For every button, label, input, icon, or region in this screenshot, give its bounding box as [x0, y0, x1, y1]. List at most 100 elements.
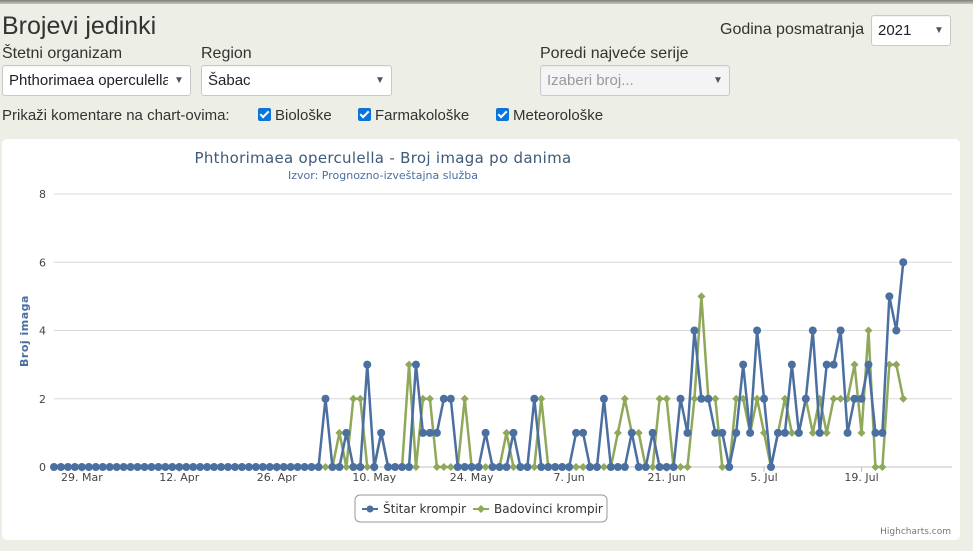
- data-point[interactable]: [286, 463, 295, 471]
- data-point[interactable]: [599, 394, 608, 403]
- data-point[interactable]: [808, 428, 817, 437]
- data-point[interactable]: [683, 428, 692, 437]
- data-point[interactable]: [446, 394, 455, 403]
- compare-select[interactable]: Izaberi broj... ▼: [540, 65, 730, 96]
- data-point[interactable]: [126, 463, 135, 471]
- data-point[interactable]: [279, 463, 288, 471]
- data-point[interactable]: [335, 428, 344, 437]
- data-point[interactable]: [627, 428, 636, 437]
- data-point[interactable]: [502, 428, 511, 437]
- data-point[interactable]: [634, 463, 643, 471]
- organism-select[interactable]: Phthorimaea operculella ▼: [2, 65, 191, 96]
- data-point[interactable]: [474, 463, 483, 471]
- data-point[interactable]: [836, 394, 845, 403]
- data-point[interactable]: [328, 463, 337, 471]
- data-point[interactable]: [530, 463, 539, 471]
- data-point[interactable]: [398, 463, 407, 471]
- data-point[interactable]: [683, 463, 692, 471]
- data-point[interactable]: [342, 428, 351, 437]
- data-point[interactable]: [335, 463, 344, 471]
- data-point[interactable]: [787, 360, 796, 369]
- data-point[interactable]: [711, 428, 720, 437]
- data-point[interactable]: [439, 394, 448, 403]
- data-point[interactable]: [690, 326, 699, 335]
- data-point[interactable]: [767, 463, 776, 471]
- data-point[interactable]: [405, 463, 414, 471]
- data-point[interactable]: [460, 463, 469, 471]
- checkbox-farmakoloske[interactable]: [358, 108, 371, 121]
- data-point[interactable]: [606, 463, 615, 471]
- data-point[interactable]: [154, 463, 163, 471]
- data-point[interactable]: [251, 463, 260, 471]
- data-point[interactable]: [230, 463, 239, 471]
- data-point[interactable]: [293, 463, 302, 471]
- data-point[interactable]: [746, 428, 755, 437]
- data-point[interactable]: [237, 463, 246, 471]
- region-select[interactable]: Šabac ▼: [201, 65, 392, 96]
- data-point[interactable]: [899, 394, 908, 403]
- data-point[interactable]: [411, 463, 420, 471]
- data-point[interactable]: [718, 428, 727, 437]
- data-point[interactable]: [349, 394, 358, 403]
- data-point[interactable]: [850, 360, 859, 369]
- data-point[interactable]: [871, 463, 880, 471]
- data-point[interactable]: [168, 463, 177, 471]
- data-point[interactable]: [133, 463, 142, 471]
- data-point[interactable]: [509, 463, 518, 471]
- data-point[interactable]: [753, 326, 762, 335]
- data-point[interactable]: [718, 463, 727, 471]
- data-point[interactable]: [662, 394, 671, 403]
- data-point[interactable]: [244, 463, 253, 471]
- data-point[interactable]: [203, 463, 212, 471]
- data-point[interactable]: [822, 360, 831, 369]
- data-point[interactable]: [565, 463, 574, 471]
- data-point[interactable]: [697, 394, 706, 403]
- data-point[interactable]: [801, 394, 810, 403]
- checkbox-meteoroloske[interactable]: [496, 108, 509, 121]
- data-point[interactable]: [147, 463, 156, 471]
- data-point[interactable]: [572, 428, 581, 437]
- data-point[interactable]: [196, 463, 205, 471]
- data-point[interactable]: [425, 428, 434, 437]
- data-point[interactable]: [613, 463, 622, 471]
- data-point[interactable]: [467, 463, 476, 471]
- data-point[interactable]: [446, 463, 455, 471]
- data-point[interactable]: [224, 463, 233, 471]
- data-point[interactable]: [613, 428, 622, 437]
- data-point[interactable]: [648, 463, 657, 471]
- data-point[interactable]: [892, 360, 901, 369]
- data-point[interactable]: [321, 463, 330, 471]
- data-point[interactable]: [676, 394, 685, 403]
- data-point[interactable]: [56, 463, 65, 471]
- data-point[interactable]: [91, 463, 100, 471]
- data-point[interactable]: [558, 463, 567, 471]
- data-point[interactable]: [50, 463, 58, 471]
- data-point[interactable]: [488, 463, 497, 471]
- data-point[interactable]: [537, 463, 546, 471]
- data-point[interactable]: [697, 292, 706, 301]
- data-point[interactable]: [98, 463, 107, 471]
- data-point[interactable]: [732, 428, 741, 437]
- data-point[interactable]: [857, 394, 866, 403]
- data-point[interactable]: [662, 463, 671, 471]
- data-point[interactable]: [432, 428, 441, 437]
- data-point[interactable]: [425, 394, 434, 403]
- data-point[interactable]: [773, 428, 782, 437]
- data-point[interactable]: [787, 428, 796, 437]
- data-point[interactable]: [829, 360, 838, 369]
- data-point[interactable]: [850, 394, 859, 403]
- data-point[interactable]: [544, 463, 553, 471]
- data-point[interactable]: [272, 463, 281, 471]
- data-point[interactable]: [300, 463, 309, 471]
- data-point[interactable]: [641, 463, 650, 471]
- data-point[interactable]: [189, 463, 198, 471]
- data-point[interactable]: [530, 394, 539, 403]
- data-point[interactable]: [405, 360, 414, 369]
- data-point[interactable]: [808, 326, 817, 335]
- data-point[interactable]: [105, 463, 114, 471]
- data-point[interactable]: [84, 463, 93, 471]
- data-point[interactable]: [411, 360, 420, 369]
- data-point[interactable]: [899, 258, 908, 267]
- data-point[interactable]: [579, 463, 588, 471]
- data-point[interactable]: [314, 463, 323, 471]
